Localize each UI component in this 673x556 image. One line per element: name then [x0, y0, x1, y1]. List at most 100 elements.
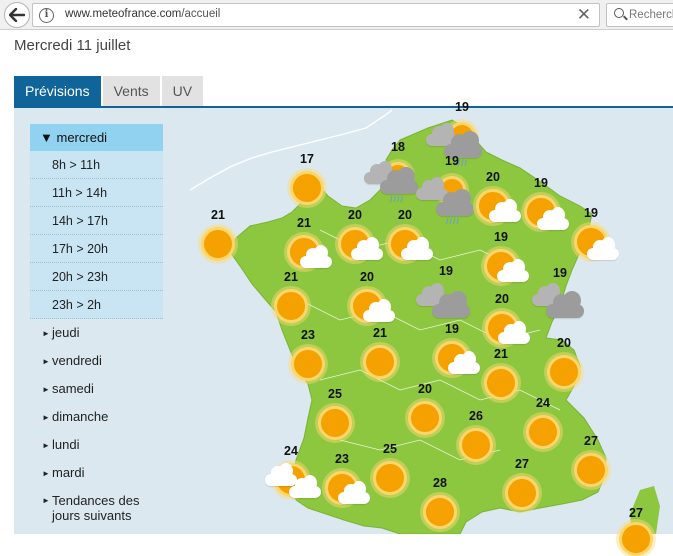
sun-icon	[505, 476, 539, 510]
uk-coast-shape	[189, 109, 393, 191]
day-label: mercredi	[56, 130, 108, 145]
temperature-label: 19	[584, 206, 598, 220]
trend-label: Tendances des jours suivants	[52, 493, 140, 523]
time-slot[interactable]: 17h > 20h	[30, 235, 163, 263]
sun-icon	[373, 461, 407, 495]
rain-icon: ////	[390, 194, 405, 204]
temperature-label: 21	[284, 270, 298, 284]
sun-icon	[318, 406, 352, 440]
sun-icon	[201, 227, 235, 261]
caret-down-icon: ▼	[40, 130, 53, 145]
temperature-label: 25	[383, 442, 397, 456]
day-item-samedi[interactable]: ► samedi	[30, 375, 163, 403]
cloud-icon	[498, 321, 530, 344]
sun-icon	[363, 345, 397, 379]
temperature-label: 20	[360, 270, 374, 284]
time-slot[interactable]: 8h > 11h	[30, 151, 163, 179]
sun-icon	[459, 428, 493, 462]
caret-right-icon: ►	[42, 385, 50, 394]
caret-right-icon: ►	[42, 357, 50, 366]
temperature-label: 19	[494, 230, 508, 244]
sun-icon	[291, 347, 325, 381]
sun-icon	[274, 289, 308, 323]
cloud-icon	[265, 463, 297, 486]
cloud-icon	[363, 299, 395, 322]
temperature-label: 21	[373, 326, 387, 340]
temperature-label: 27	[584, 434, 598, 448]
temperature-label: 19	[445, 322, 459, 336]
day-item-vendredi[interactable]: ► vendredi	[30, 347, 163, 375]
temperature-label: 17	[300, 152, 314, 166]
cloud-icon	[497, 259, 529, 282]
temperature-label: 18	[391, 140, 405, 154]
cloud-icon	[489, 199, 521, 222]
temperature-label: 23	[301, 328, 315, 342]
temperature-label: 19	[445, 154, 459, 168]
time-slot[interactable]: 20h > 23h	[30, 263, 163, 291]
temperature-label: 20	[557, 336, 571, 350]
caret-right-icon: ►	[42, 441, 50, 450]
day-label: vendredi	[52, 353, 102, 368]
time-slot[interactable]: 14h > 17h	[30, 207, 163, 235]
day-item-lundi[interactable]: ► lundi	[30, 431, 163, 459]
day-item-jeudi[interactable]: ► jeudi	[30, 319, 163, 347]
time-slot[interactable]: 11h > 14h	[30, 179, 163, 207]
temperature-label: 27	[629, 506, 643, 520]
sun-icon	[484, 366, 518, 400]
trend-link[interactable]: ► Tendances des jours suivants	[30, 487, 163, 523]
cloud-icon	[432, 291, 470, 318]
temperature-label: 24	[536, 396, 550, 410]
temperature-label: 20	[486, 170, 500, 184]
temperature-label: 21	[297, 216, 311, 230]
temperature-label: 20	[495, 292, 509, 306]
cloud-icon	[587, 237, 619, 260]
cloud-icon	[338, 481, 370, 504]
cloud-icon	[546, 291, 584, 318]
day-label: dimanche	[52, 409, 109, 424]
sun-icon	[526, 415, 560, 449]
temperature-label: 28	[433, 476, 447, 490]
sun-icon	[290, 171, 324, 205]
day-sidebar: ▼ mercredi 8h > 11h 11h > 14h 14h > 17h …	[30, 124, 163, 523]
sun-icon	[619, 522, 653, 556]
temperature-label: 19	[534, 176, 548, 190]
temperature-label: 21	[211, 208, 225, 222]
day-item-mardi[interactable]: ► mardi	[30, 459, 163, 487]
caret-right-icon: ►	[42, 496, 50, 505]
day-label: mardi	[52, 465, 85, 480]
temperature-label: 20	[418, 382, 432, 396]
temperature-label: 24	[284, 444, 298, 458]
cloud-icon	[300, 245, 332, 268]
sun-icon	[408, 401, 442, 435]
cloud-icon	[351, 237, 383, 260]
day-item-dimanche[interactable]: ► dimanche	[30, 403, 163, 431]
caret-right-icon: ►	[42, 329, 50, 338]
day-label: samedi	[52, 381, 94, 396]
temperature-label: 26	[469, 409, 483, 423]
caret-right-icon: ►	[42, 469, 50, 478]
rain-cloud-icon	[380, 167, 418, 194]
temperature-label: 25	[328, 387, 342, 401]
day-label: jeudi	[52, 325, 80, 340]
temperature-label: 20	[348, 208, 362, 222]
cloud-icon	[537, 207, 569, 230]
temperature-label: 19	[439, 264, 453, 278]
sun-icon	[423, 495, 457, 529]
sun-icon	[574, 453, 608, 487]
day-label: lundi	[52, 437, 80, 452]
temperature-label: 19	[553, 266, 567, 280]
cloud-icon	[289, 475, 321, 498]
caret-right-icon: ►	[42, 413, 50, 422]
cloud-icon	[401, 237, 433, 260]
day-item-mercredi[interactable]: ▼ mercredi	[30, 124, 163, 151]
rain-cloud-icon	[436, 189, 474, 216]
sun-icon	[547, 355, 581, 389]
temperature-label: 21	[494, 347, 508, 361]
cloud-icon	[448, 351, 480, 374]
temperature-label: 23	[335, 452, 349, 466]
temperature-label: 27	[515, 457, 529, 471]
temperature-label: 19	[455, 100, 469, 114]
temperature-label: 20	[398, 208, 412, 222]
time-slot[interactable]: 23h > 2h	[30, 291, 163, 319]
rain-icon: ////	[446, 216, 461, 226]
